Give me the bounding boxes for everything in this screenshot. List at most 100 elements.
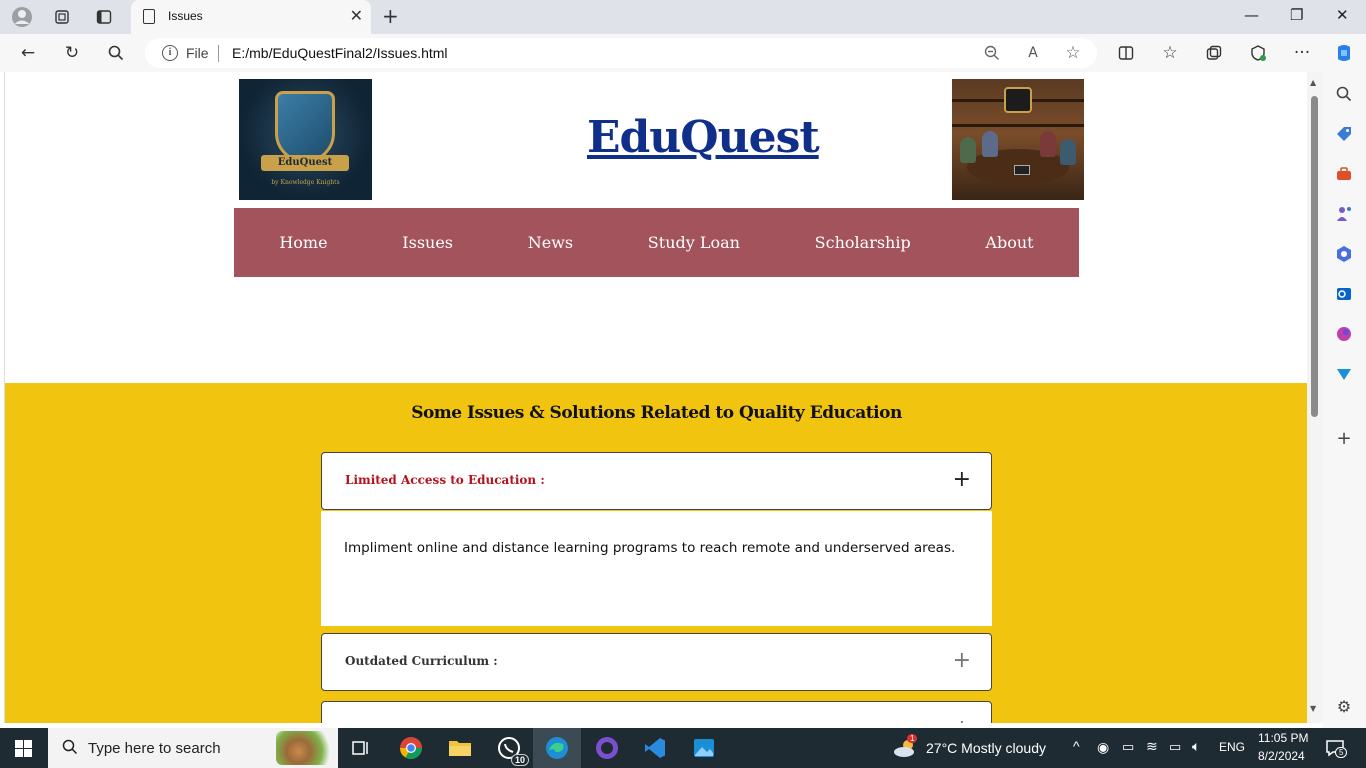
accordion-header-next[interactable]: + — [321, 701, 992, 723]
restore-icon[interactable]: ❐ — [1290, 6, 1303, 24]
minimize-icon[interactable]: — — [1244, 6, 1259, 24]
photos-icon[interactable] — [690, 734, 718, 762]
nav-news[interactable]: News — [528, 233, 573, 252]
scroll-thumb[interactable] — [1311, 96, 1318, 417]
scroll-down-arrow-icon[interactable]: ▼ — [1310, 704, 1316, 713]
url-text[interactable]: E:/mb/EduQuestFinal2/Issues.html — [232, 45, 448, 61]
record-icon[interactable]: ◉ — [1097, 739, 1109, 756]
meet-icon[interactable]: ▭ — [1122, 739, 1134, 755]
back-icon[interactable]: ← — [16, 41, 40, 65]
windows-start-icon[interactable] — [15, 740, 32, 757]
outlook-icon[interactable] — [1334, 284, 1354, 304]
scroll-up-arrow-icon[interactable]: ▲ — [1310, 78, 1316, 87]
logo-band-text: EduQuest — [261, 155, 349, 171]
accordion-label: Limited Access to Education : — [345, 473, 545, 487]
language-indicator[interactable]: ENG — [1219, 740, 1245, 754]
edge-icon[interactable] — [543, 734, 571, 762]
page-viewport: EduQuest by Knowledge Knights EduQuest H… — [4, 72, 1307, 723]
volume-icon[interactable]: 🔈︎ — [1192, 738, 1200, 755]
browser-tab-bar: Issues ✕ + — ❐ ✕ — [0, 0, 1366, 34]
accordion-body-text: Impliment online and distance learning p… — [344, 540, 956, 556]
address-toolbar: ← ↻ i File E:/mb/EduQuestFinal2/Issues.h… — [0, 34, 1366, 72]
page-scrollbar[interactable]: ▲ ▼ — [1307, 72, 1322, 723]
chrome-icon[interactable] — [397, 734, 425, 762]
add-sidebar-app-icon[interactable]: + — [1334, 428, 1354, 449]
sidebar-search-icon[interactable] — [1334, 84, 1354, 104]
task-view-icon[interactable] — [347, 734, 375, 762]
person-figure — [1040, 131, 1056, 157]
site-title[interactable]: EduQuest — [587, 112, 820, 163]
edge-sidebar: + ⚙ — [1322, 72, 1366, 728]
weather-icon[interactable]: 1 — [892, 734, 918, 764]
search-placeholder: Type here to search — [88, 740, 221, 757]
microsoft-365-icon[interactable] — [1334, 244, 1354, 264]
tab-title: Issues — [168, 9, 203, 23]
read-aloud-icon[interactable]: A — [1023, 43, 1043, 63]
tab-issues[interactable]: Issues ✕ — [131, 0, 371, 34]
info-icon[interactable]: i — [162, 45, 178, 61]
whatsapp-icon[interactable]: 10 — [495, 734, 529, 766]
weather-text[interactable]: 27°C Mostly cloudy — [926, 740, 1046, 756]
helmet-emblem-icon — [1004, 87, 1032, 113]
search-icon[interactable] — [104, 41, 128, 65]
clock-time[interactable]: 11:05 PM — [1258, 731, 1308, 745]
shield-icon — [275, 91, 335, 163]
accordion-body-limited-access: Impliment online and distance learning p… — [321, 511, 992, 626]
notifications-icon[interactable]: 5 — [1325, 738, 1348, 762]
person-figure — [960, 137, 976, 163]
split-screen-icon[interactable] — [1114, 41, 1138, 65]
address-prefix: File — [186, 45, 209, 61]
accordion-header-outdated-curriculum[interactable]: Outdated Curriculum : + — [321, 633, 992, 691]
designer-icon[interactable] — [1334, 324, 1354, 344]
new-tab-icon[interactable]: + — [382, 5, 399, 27]
close-window-icon[interactable]: ✕ — [1336, 6, 1349, 24]
person-figure — [982, 131, 998, 157]
search-highlight-image — [276, 731, 332, 765]
close-tab-icon[interactable]: ✕ — [350, 7, 363, 25]
workspaces-icon[interactable] — [50, 5, 74, 29]
page-icon — [143, 9, 155, 24]
expand-plus-icon[interactable]: + — [953, 715, 971, 723]
collections-icon[interactable] — [1202, 41, 1226, 65]
wifi-icon[interactable]: ≋ — [1146, 738, 1158, 755]
shopping-tag-icon[interactable] — [1334, 124, 1354, 144]
eduquest-logo-left: EduQuest by Knowledge Knights — [239, 79, 372, 200]
expand-plus-icon[interactable]: + — [953, 466, 971, 494]
expand-plus-icon[interactable]: + — [953, 647, 971, 675]
file-explorer-icon[interactable] — [446, 734, 474, 762]
notification-count: 5 — [1335, 747, 1348, 758]
battery-icon[interactable]: ▭ — [1169, 739, 1181, 755]
whatsapp-badge: 10 — [510, 754, 529, 766]
clock-date[interactable]: 8/2/2024 — [1258, 749, 1305, 763]
tray-chevron-icon[interactable]: ^ — [1073, 738, 1080, 754]
sidebar-settings-gear-icon[interactable]: ⚙ — [1334, 696, 1354, 716]
profile-icon[interactable] — [10, 5, 34, 29]
browser-essentials-icon[interactable] — [1246, 41, 1270, 65]
more-menu-icon[interactable]: ··· — [1290, 41, 1314, 65]
knowledge-knights-image — [952, 79, 1084, 200]
windows-taskbar: Type here to search 10 1 27°C Mostly clo… — [0, 728, 1366, 768]
copilot-icon[interactable] — [1332, 41, 1356, 65]
favorites-icon[interactable]: ☆ — [1158, 41, 1182, 65]
nav-scholarship[interactable]: Scholarship — [815, 233, 911, 252]
issues-section: Some Issues & Solutions Related to Quali… — [5, 383, 1307, 723]
github-desktop-icon[interactable] — [593, 734, 621, 762]
accordion-label: Outdated Curriculum : — [345, 654, 498, 668]
taskbar-search[interactable]: Type here to search — [48, 728, 338, 768]
address-bar[interactable]: i File E:/mb/EduQuestFinal2/Issues.html … — [145, 38, 1097, 68]
accordion-header-limited-access[interactable]: Limited Access to Education : + — [321, 452, 992, 510]
address-separator — [218, 45, 219, 62]
nav-about[interactable]: About — [985, 233, 1033, 252]
nav-issues[interactable]: Issues — [402, 233, 453, 252]
games-icon[interactable] — [1334, 204, 1354, 224]
nav-home[interactable]: Home — [279, 233, 327, 252]
favorite-star-icon[interactable]: ☆ — [1063, 43, 1083, 63]
tools-briefcase-icon[interactable] — [1334, 164, 1354, 184]
send-icon[interactable] — [1334, 364, 1354, 384]
nav-study-loan[interactable]: Study Loan — [648, 233, 740, 252]
refresh-icon[interactable]: ↻ — [60, 41, 84, 65]
zoom-out-icon[interactable] — [982, 43, 1002, 63]
tab-actions-icon[interactable] — [92, 5, 116, 29]
laptop-icon — [1014, 165, 1030, 175]
vscode-icon[interactable] — [641, 734, 669, 762]
